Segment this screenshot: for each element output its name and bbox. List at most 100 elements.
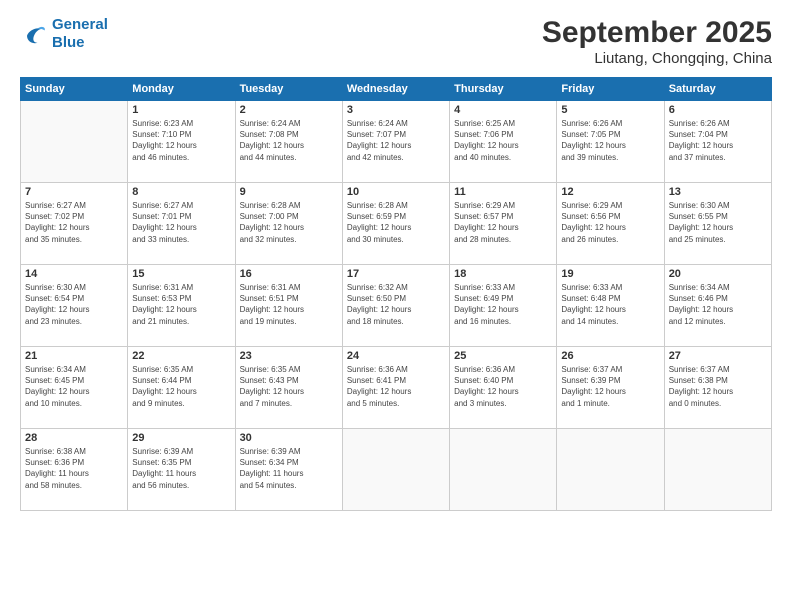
day-info: Sunrise: 6:27 AM Sunset: 7:01 PM Dayligh… (132, 200, 230, 245)
day-number: 24 (347, 350, 445, 362)
day-info: Sunrise: 6:28 AM Sunset: 6:59 PM Dayligh… (347, 200, 445, 245)
day-info: Sunrise: 6:24 AM Sunset: 7:08 PM Dayligh… (240, 118, 338, 163)
header-thursday: Thursday (450, 78, 557, 101)
day-info: Sunrise: 6:29 AM Sunset: 6:57 PM Dayligh… (454, 200, 552, 245)
table-row (664, 429, 771, 511)
calendar-week-row: 7 Sunrise: 6:27 AM Sunset: 7:02 PM Daylig… (21, 183, 772, 265)
table-row: 7 Sunrise: 6:27 AM Sunset: 7:02 PM Daylig… (21, 183, 128, 265)
table-row: 25 Sunrise: 6:36 AM Sunset: 6:40 PM Dayli… (450, 347, 557, 429)
header: General Blue September 2025 Liutang, Cho… (20, 16, 772, 67)
table-row: 6 Sunrise: 6:26 AM Sunset: 7:04 PM Daylig… (664, 101, 771, 183)
day-number: 2 (240, 104, 338, 116)
day-number: 22 (132, 350, 230, 362)
month-title: September 2025 (542, 16, 772, 50)
day-number: 17 (347, 268, 445, 280)
table-row: 3 Sunrise: 6:24 AM Sunset: 7:07 PM Daylig… (342, 101, 449, 183)
day-number: 30 (240, 432, 338, 444)
day-number: 7 (25, 186, 123, 198)
day-info: Sunrise: 6:27 AM Sunset: 7:02 PM Dayligh… (25, 200, 123, 245)
table-row: 30 Sunrise: 6:39 AM Sunset: 6:34 PM Dayli… (235, 429, 342, 511)
day-info: Sunrise: 6:33 AM Sunset: 6:48 PM Dayligh… (561, 282, 659, 327)
table-row: 21 Sunrise: 6:34 AM Sunset: 6:45 PM Dayli… (21, 347, 128, 429)
day-number: 10 (347, 186, 445, 198)
table-row: 18Sunrise: 6:33 AM Sunset: 6:49 PM Dayli… (450, 265, 557, 347)
calendar-week-row: 28 Sunrise: 6:38 AM Sunset: 6:36 PM Dayli… (21, 429, 772, 511)
table-row: 16Sunrise: 6:31 AM Sunset: 6:51 PM Dayli… (235, 265, 342, 347)
calendar-week-row: 1 Sunrise: 6:23 AM Sunset: 7:10 PM Daylig… (21, 101, 772, 183)
header-monday: Monday (128, 78, 235, 101)
day-info: Sunrise: 6:23 AM Sunset: 7:10 PM Dayligh… (132, 118, 230, 163)
calendar: Sunday Monday Tuesday Wednesday Thursday… (20, 77, 772, 511)
table-row: 1 Sunrise: 6:23 AM Sunset: 7:10 PM Daylig… (128, 101, 235, 183)
table-row (450, 429, 557, 511)
day-number: 11 (454, 186, 552, 198)
day-number: 8 (132, 186, 230, 198)
day-info: Sunrise: 6:36 AM Sunset: 6:40 PM Dayligh… (454, 364, 552, 409)
day-number: 20 (669, 268, 767, 280)
day-number: 27 (669, 350, 767, 362)
day-info: Sunrise: 6:32 AM Sunset: 6:50 PM Dayligh… (347, 282, 445, 327)
day-number: 23 (240, 350, 338, 362)
day-info: Sunrise: 6:35 AM Sunset: 6:44 PM Dayligh… (132, 364, 230, 409)
day-number: 3 (347, 104, 445, 116)
table-row: 27 Sunrise: 6:37 AM Sunset: 6:38 PM Dayli… (664, 347, 771, 429)
day-number: 12 (561, 186, 659, 198)
header-sunday: Sunday (21, 78, 128, 101)
table-row: 12 Sunrise: 6:29 AM Sunset: 6:56 PM Dayli… (557, 183, 664, 265)
day-number: 18 (454, 268, 552, 280)
day-info: Sunrise: 6:24 AM Sunset: 7:07 PM Dayligh… (347, 118, 445, 163)
day-number: 15 (132, 268, 230, 280)
day-info: Sunrise: 6:34 AM Sunset: 6:45 PM Dayligh… (25, 364, 123, 409)
day-number: 14 (25, 268, 123, 280)
logo: General Blue (20, 16, 108, 52)
day-number: 29 (132, 432, 230, 444)
day-info: Sunrise: 6:37 AM Sunset: 6:38 PM Dayligh… (669, 364, 767, 409)
day-info: Sunrise: 6:29 AM Sunset: 6:56 PM Dayligh… (561, 200, 659, 245)
table-row: 23 Sunrise: 6:35 AM Sunset: 6:43 PM Dayli… (235, 347, 342, 429)
table-row: 20Sunrise: 6:34 AM Sunset: 6:46 PM Dayli… (664, 265, 771, 347)
header-saturday: Saturday (664, 78, 771, 101)
table-row: 2 Sunrise: 6:24 AM Sunset: 7:08 PM Daylig… (235, 101, 342, 183)
day-number: 6 (669, 104, 767, 116)
table-row (21, 101, 128, 183)
table-row: 14Sunrise: 6:30 AM Sunset: 6:54 PM Dayli… (21, 265, 128, 347)
calendar-header-row: Sunday Monday Tuesday Wednesday Thursday… (21, 78, 772, 101)
header-friday: Friday (557, 78, 664, 101)
header-tuesday: Tuesday (235, 78, 342, 101)
table-row: 5 Sunrise: 6:26 AM Sunset: 7:05 PM Daylig… (557, 101, 664, 183)
day-number: 21 (25, 350, 123, 362)
table-row: 26Sunrise: 6:37 AM Sunset: 6:39 PM Dayli… (557, 347, 664, 429)
day-info: Sunrise: 6:38 AM Sunset: 6:36 PM Dayligh… (25, 446, 123, 491)
table-row: 17 Sunrise: 6:32 AM Sunset: 6:50 PM Dayli… (342, 265, 449, 347)
day-number: 1 (132, 104, 230, 116)
logo-text: General Blue (52, 16, 108, 52)
day-number: 25 (454, 350, 552, 362)
table-row: 4 Sunrise: 6:25 AM Sunset: 7:06 PM Daylig… (450, 101, 557, 183)
day-info: Sunrise: 6:39 AM Sunset: 6:34 PM Dayligh… (240, 446, 338, 491)
table-row (342, 429, 449, 511)
table-row: 10 Sunrise: 6:28 AM Sunset: 6:59 PM Dayli… (342, 183, 449, 265)
table-row: 11 Sunrise: 6:29 AM Sunset: 6:57 PM Dayli… (450, 183, 557, 265)
day-info: Sunrise: 6:31 AM Sunset: 6:53 PM Dayligh… (132, 282, 230, 327)
table-row: 29 Sunrise: 6:39 AM Sunset: 6:35 PM Dayli… (128, 429, 235, 511)
table-row: 13Sunrise: 6:30 AM Sunset: 6:55 PM Dayli… (664, 183, 771, 265)
day-info: Sunrise: 6:35 AM Sunset: 6:43 PM Dayligh… (240, 364, 338, 409)
day-info: Sunrise: 6:39 AM Sunset: 6:35 PM Dayligh… (132, 446, 230, 491)
table-row: 19Sunrise: 6:33 AM Sunset: 6:48 PM Dayli… (557, 265, 664, 347)
table-row: 9Sunrise: 6:28 AM Sunset: 7:00 PM Daylig… (235, 183, 342, 265)
day-info: Sunrise: 6:26 AM Sunset: 7:05 PM Dayligh… (561, 118, 659, 163)
title-block: September 2025 Liutang, Chongqing, China (542, 16, 772, 67)
day-number: 28 (25, 432, 123, 444)
day-number: 9 (240, 186, 338, 198)
day-number: 26 (561, 350, 659, 362)
day-info: Sunrise: 6:25 AM Sunset: 7:06 PM Dayligh… (454, 118, 552, 163)
table-row (557, 429, 664, 511)
day-number: 13 (669, 186, 767, 198)
table-row: 28 Sunrise: 6:38 AM Sunset: 6:36 PM Dayli… (21, 429, 128, 511)
day-number: 4 (454, 104, 552, 116)
day-info: Sunrise: 6:26 AM Sunset: 7:04 PM Dayligh… (669, 118, 767, 163)
day-number: 5 (561, 104, 659, 116)
logo-icon (20, 20, 48, 48)
day-info: Sunrise: 6:31 AM Sunset: 6:51 PM Dayligh… (240, 282, 338, 327)
day-info: Sunrise: 6:36 AM Sunset: 6:41 PM Dayligh… (347, 364, 445, 409)
